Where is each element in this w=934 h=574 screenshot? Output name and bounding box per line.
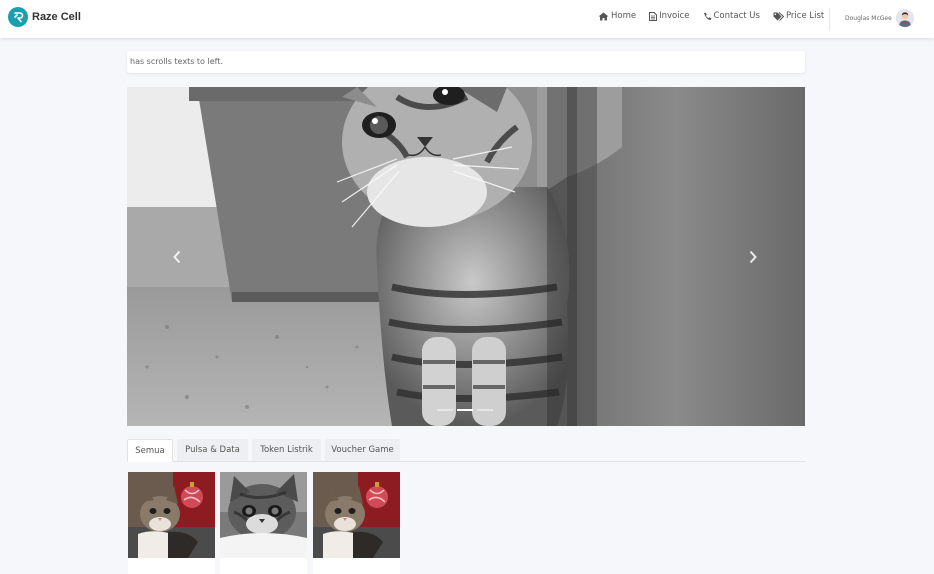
product-card[interactable] (220, 472, 307, 574)
brand-link[interactable]: Raze Cell (8, 7, 81, 27)
product-card[interactable] (313, 472, 400, 574)
hero-carousel (127, 87, 805, 426)
carousel-slide-image (127, 87, 805, 426)
avatar-icon (895, 9, 914, 27)
product-image (313, 472, 400, 558)
product-image (220, 472, 307, 558)
home-icon (598, 12, 609, 20)
carousel-next-button[interactable] (733, 237, 773, 277)
nav-divider (829, 8, 830, 30)
nav-menu: Home Invoice Contact Us Price List (598, 11, 837, 21)
brand-name: Raze Cell (32, 11, 81, 23)
carousel-indicator-3[interactable] (477, 409, 493, 411)
user-name: Douglas McGee (845, 14, 892, 22)
brand-logo-icon (8, 7, 28, 27)
tab-pulsa-data[interactable]: Pulsa & Data (177, 439, 248, 461)
nav-pricelist-label: Price List (785, 11, 825, 21)
carousel-indicators (437, 409, 497, 411)
carousel-indicator-2[interactable] (457, 409, 473, 411)
carousel-indicator-1[interactable] (437, 409, 453, 411)
chevron-right-icon (749, 250, 757, 264)
product-card[interactable] (128, 472, 215, 574)
nav-home-label: Home (611, 11, 637, 21)
chevron-left-icon (173, 250, 181, 264)
tab-voucher-game[interactable]: Voucher Game (325, 439, 400, 461)
announcement-marquee: has scrolls texts to left. (127, 51, 805, 73)
tab-token-listrik[interactable]: Token Listrik (252, 439, 321, 461)
user-menu[interactable]: Douglas McGee (845, 9, 914, 27)
file-icon (649, 11, 658, 21)
nav-contact-label: Contact Us (713, 11, 760, 21)
nav-contact-link[interactable]: Contact Us (703, 11, 760, 21)
phone-icon (703, 12, 711, 20)
nav-invoice-label: Invoice (659, 11, 690, 21)
product-image (128, 472, 215, 558)
carousel-prev-button[interactable] (157, 237, 197, 277)
tags-icon (773, 11, 784, 21)
category-tabs: Semua Pulsa & Data Token Listrik Voucher… (127, 439, 805, 462)
nav-invoice-link[interactable]: Invoice (649, 11, 690, 21)
top-navbar: Raze Cell Home Invoice Contact Us Price … (0, 0, 934, 38)
tab-semua[interactable]: Semua (127, 439, 173, 462)
marquee-text: has scrolls texts to left. (130, 57, 223, 66)
nav-pricelist-link[interactable]: Price List (773, 11, 824, 21)
nav-home-link[interactable]: Home (598, 11, 636, 21)
